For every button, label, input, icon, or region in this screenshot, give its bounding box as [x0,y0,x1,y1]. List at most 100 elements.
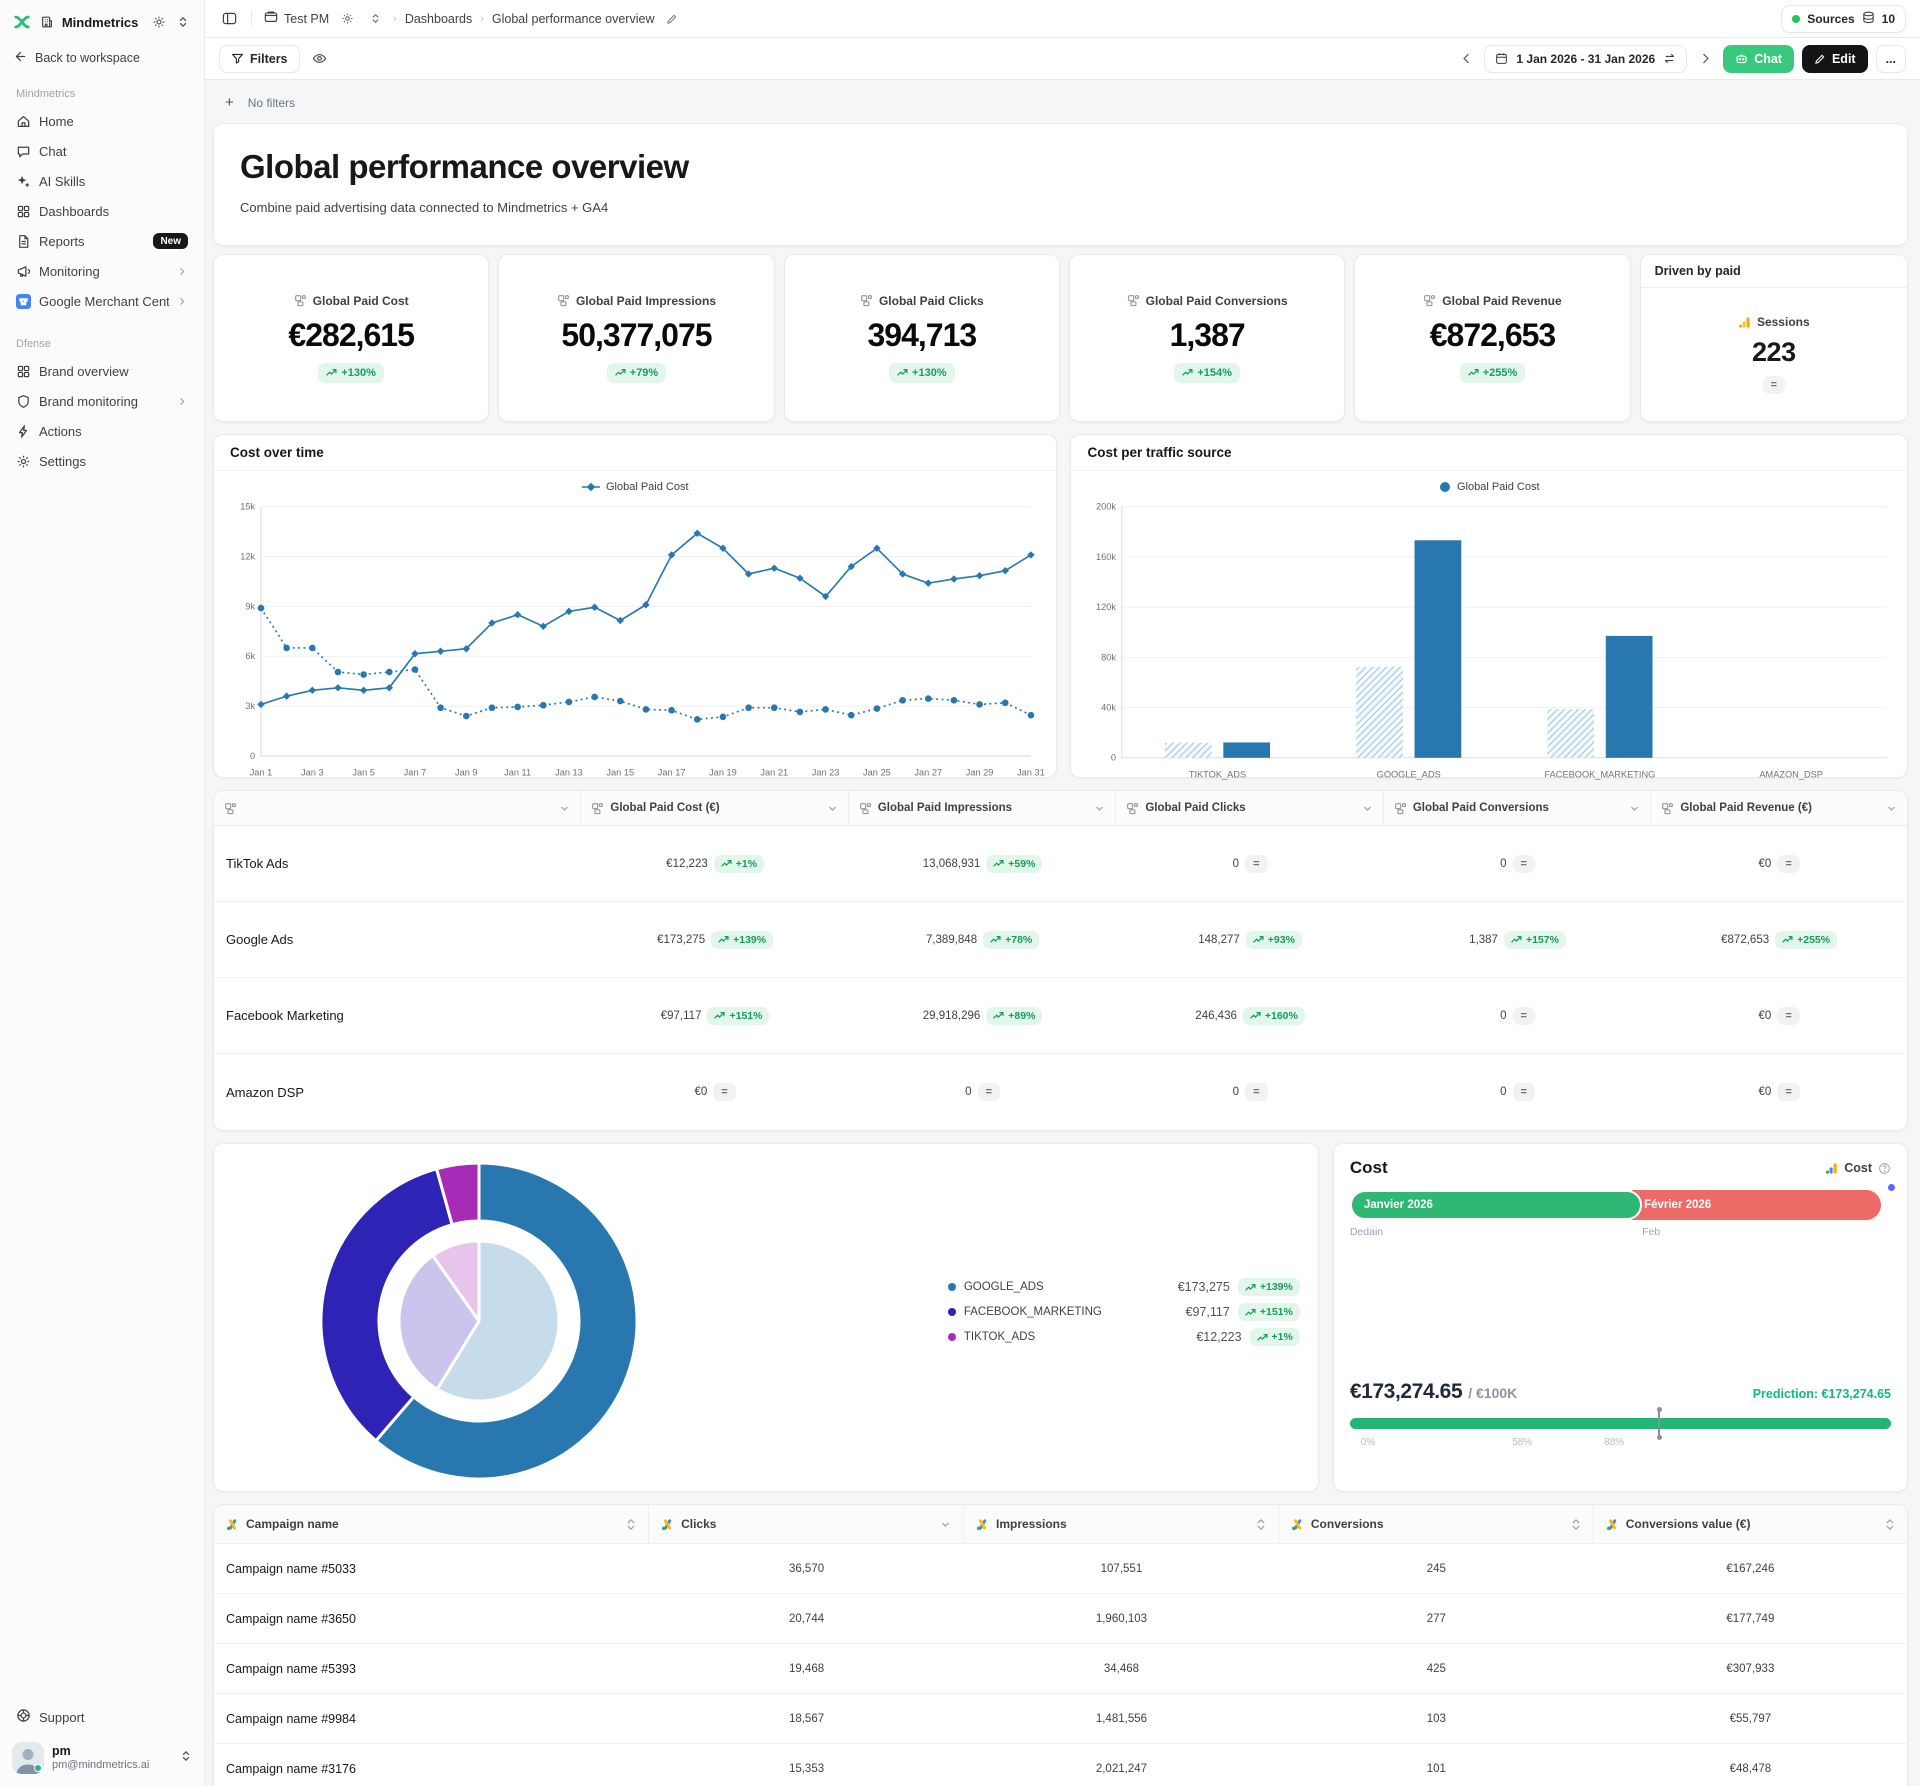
clicks-cell: 15,353 [649,1763,964,1775]
sidebar-item-settings[interactable]: Settings [10,446,194,476]
line-chart-legend[interactable]: Global Paid Cost [214,471,1056,495]
sidebar-item-brand-overview[interactable]: Brand overview [10,356,194,386]
column-header[interactable]: Campaign name [214,1505,649,1543]
column-header[interactable]: Global Paid Impressions [849,791,1116,825]
sidebar-item-dashboards[interactable]: Dashboards [10,196,194,226]
budget-marker[interactable] [1658,1410,1660,1437]
metric-cell: €12,223+1% [581,855,848,873]
help-circle-icon[interactable] [1878,1162,1891,1175]
google-ads-icon [1606,1518,1619,1531]
sidebar-item-support[interactable]: Support [10,1702,194,1738]
svg-text:0: 0 [1111,753,1116,763]
visibility-eye-icon[interactable] [310,49,330,69]
column-header[interactable]: Global Paid Clicks [1116,791,1383,825]
filters-button[interactable]: Filters [219,45,300,73]
legend-color-dot [948,1333,956,1341]
sidebar-item-actions[interactable]: Actions [10,416,194,446]
sidebar-item-ai-skills[interactable]: AI Skills [10,166,194,196]
cost-breakdown-legend: GOOGLE_ADS€173,275+139% FACEBOOK_MARKETIN… [948,1278,1300,1346]
column-header[interactable]: Conversions [1279,1505,1594,1543]
conversions-value-cell: €55,797 [1594,1713,1907,1725]
timeline-handle-dot[interactable] [1888,1184,1895,1191]
table-row[interactable]: TikTok Ads€12,223+1%13,068,931+59%0=0=€0… [214,826,1907,902]
project-switcher-icon[interactable] [365,9,385,29]
chevron-down-icon [1886,803,1897,814]
impressions-cell: 1,481,556 [964,1713,1279,1725]
chevron-down-icon [940,1519,951,1530]
metric-blocks-icon [294,294,307,307]
campaign-row[interactable]: Campaign name #365020,7441,960,103277€17… [214,1594,1907,1644]
sources-button[interactable]: Sources 10 [1781,5,1906,33]
edit-button[interactable]: Edit [1802,45,1868,73]
legend-label: TIKTOK_ADS [964,1331,1189,1343]
legend-color-dot [948,1308,956,1316]
metric-blocks-icon [860,294,873,307]
kpi-label: Global Paid Impressions [557,294,716,308]
chat-bot-icon [1735,52,1748,65]
campaign-row[interactable]: Campaign name #998418,5671,481,556103€55… [214,1694,1907,1744]
trend-up-icon [721,859,732,868]
page-subtitle: Combine paid advertising data connected … [240,200,1881,215]
sidebar-item-home[interactable]: Home [10,106,194,136]
column-header[interactable]: Global Paid Revenue (€) [1651,791,1907,825]
chat-button[interactable]: Chat [1723,45,1794,73]
period-bar-january[interactable]: Janvier 2026 [1350,1190,1642,1220]
date-prev-chevron-icon[interactable] [1456,49,1476,69]
sidebar-item-reports[interactable]: ReportsNew [10,226,194,256]
table-row[interactable]: Google Ads€173,275+139%7,389,848+78%148,… [214,902,1907,978]
date-next-chevron-icon[interactable] [1695,49,1715,69]
project-settings-gear-icon[interactable] [337,9,357,29]
sidebar-item-google-merchant-center[interactable]: Google Merchant Center [10,286,194,316]
breadcrumb-project[interactable]: Test PM [264,10,329,27]
column-header[interactable]: Global Paid Conversions [1384,791,1651,825]
workspace-settings-gear-icon[interactable] [150,12,168,32]
breadcrumb-current: Global performance overview [492,12,655,26]
dashboard-toolbar: Filters 1 Jan 2026 - 31 Jan 2026 Chat Ed… [205,38,1920,80]
campaign-name: Campaign name #3650 [214,1612,649,1626]
trend-up-icon [1511,935,1522,944]
chevron-down-icon [559,803,570,814]
sidebar-item-chat[interactable]: Chat [10,136,194,166]
campaign-row[interactable]: Campaign name #539319,46834,468425€307,9… [214,1644,1907,1694]
column-header[interactable]: Conversions value (€) [1594,1505,1907,1543]
sidebar-item-monitoring[interactable]: Monitoring [10,256,194,286]
sidebar-item-brand-monitoring[interactable]: Brand monitoring [10,386,194,416]
legend-item[interactable]: TIKTOK_ADS€12,223+1% [948,1328,1300,1346]
column-header[interactable]: Clicks [649,1505,964,1543]
legend-item[interactable]: GOOGLE_ADS€173,275+139% [948,1278,1300,1296]
budget-tick: 0% [1361,1437,1375,1448]
column-header[interactable] [214,791,581,825]
back-to-workspace-link[interactable]: Back to workspace [10,42,194,80]
user-profile[interactable]: pm pm@mindmetrics.ai [10,1738,194,1778]
more-options-button[interactable]: ... [1876,45,1906,73]
kpi-card: Global Paid Conversions1,387+154% [1069,254,1345,422]
breadcrumb-dashboards[interactable]: Dashboards [405,12,472,26]
svg-text:Jan 13: Jan 13 [555,767,583,777]
metric-blocks-icon [859,802,872,815]
add-filter-button[interactable]: + [221,94,238,111]
cost-budget-card: Cost Cost Janvier 2026 Février 2026 Ded [1333,1143,1908,1492]
sidebar-toggle-icon[interactable] [219,9,239,29]
trend-up-badge: +79% [607,363,666,383]
campaign-row[interactable]: Campaign name #317615,3532,021,247101€48… [214,1744,1907,1786]
column-header[interactable]: Global Paid Cost (€) [581,791,848,825]
rename-pencil-icon[interactable] [662,9,682,29]
svg-text:Jan 3: Jan 3 [301,767,324,777]
workspace-switcher-icon[interactable] [174,12,192,32]
campaign-row[interactable]: Campaign name #503336,570107,551245€167,… [214,1544,1907,1594]
metric-cell: 246,436+160% [1116,1007,1383,1025]
sidebar-nav-primary: HomeChatAI SkillsDashboardsReportsNewMon… [10,106,194,316]
legend-item[interactable]: FACEBOOK_MARKETING€97,117+151% [948,1303,1300,1321]
period-bar-february[interactable]: Février 2026 [1632,1190,1881,1220]
svg-text:Jan 7: Jan 7 [404,767,427,777]
budget-progress-bar[interactable] [1350,1418,1891,1429]
metric-cell: €872,653+255% [1651,931,1907,949]
date-range-picker[interactable]: 1 Jan 2026 - 31 Jan 2026 [1484,45,1687,73]
sidebar-nav-secondary: Brand overviewBrand monitoringActionsSet… [10,356,194,476]
table-row[interactable]: Facebook Marketing€97,117+151%29,918,296… [214,978,1907,1054]
cost-source-indicator: Cost [1825,1161,1891,1175]
trend-up-badge: +255% [1775,931,1837,949]
column-header[interactable]: Impressions [964,1505,1279,1543]
bar-chart-legend[interactable]: Global Paid Cost [1071,471,1907,495]
table-row[interactable]: Amazon DSP€0=0=0=0=€0= [214,1054,1907,1130]
